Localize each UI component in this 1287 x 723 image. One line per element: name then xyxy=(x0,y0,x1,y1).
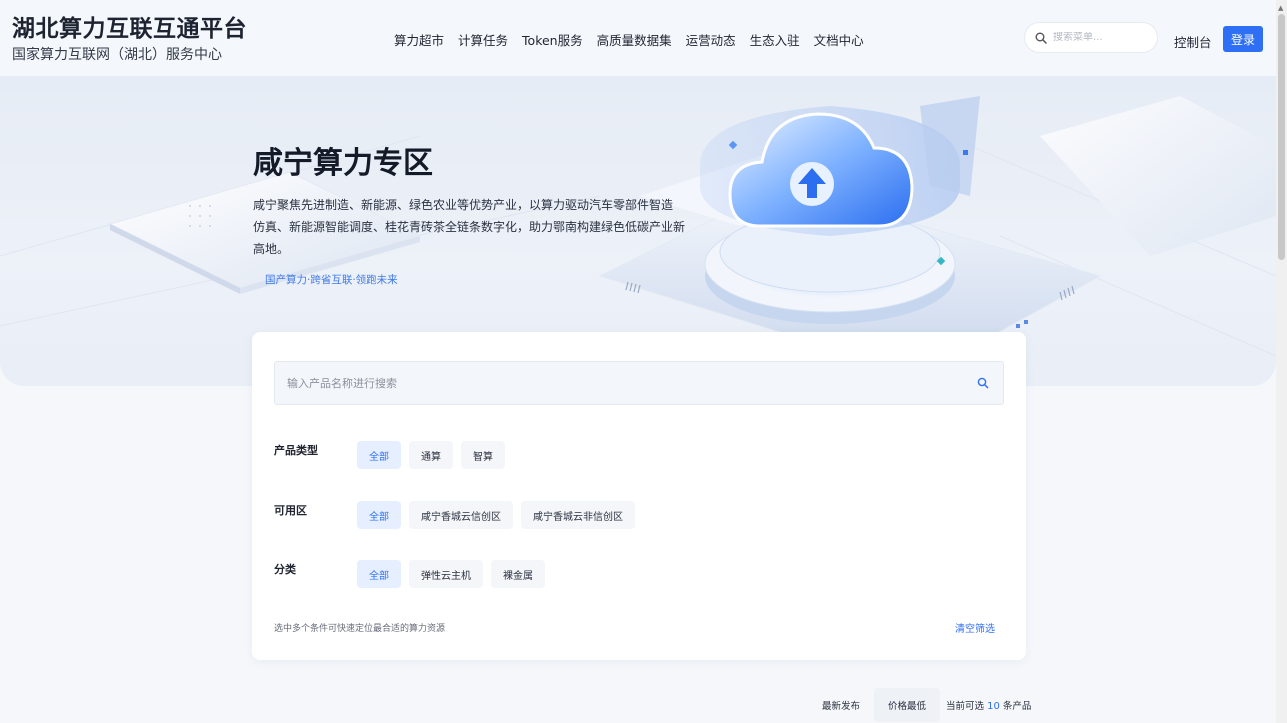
chip-category-all[interactable]: 全部 xyxy=(357,560,401,588)
nav-item-compute-tasks[interactable]: 计算任务 xyxy=(458,30,508,49)
nav-item-ecosystem[interactable]: 生态入驻 xyxy=(750,30,800,49)
top-header: 湖北算力互联互通平台 国家算力互联网（湖北）服务中心 算力超市 计算任务 Tok… xyxy=(0,0,1275,76)
menu-search[interactable] xyxy=(1024,22,1158,53)
chip-product-type-all[interactable]: 全部 xyxy=(357,441,401,469)
result-count-number: 10 xyxy=(987,701,1000,712)
chip-zone-xinchuang[interactable]: 咸宁香城云信创区 xyxy=(409,501,513,529)
result-count: 当前可选 10 条产品 xyxy=(946,698,1031,712)
result-count-prefix: 当前可选 xyxy=(946,701,985,712)
menu-search-input[interactable] xyxy=(1053,32,1143,43)
filter-label-product-type: 产品类型 xyxy=(274,444,318,457)
clear-filters-link[interactable]: 清空筛选 xyxy=(955,620,995,635)
filter-label-category: 分类 xyxy=(274,563,296,576)
scroll-up-arrow-icon[interactable]: ▲ xyxy=(1278,4,1283,12)
hero-title: 咸宁算力专区 xyxy=(253,146,433,181)
sort-price-lowest[interactable]: 价格最低 xyxy=(874,688,941,722)
sort-latest[interactable]: 最新发布 xyxy=(808,688,874,722)
filter-hint: 选中多个条件可快速定位最合适的算力资源 xyxy=(274,624,446,634)
nav-item-docs[interactable]: 文档中心 xyxy=(814,30,864,49)
brand-title: 湖北算力互联互通平台 xyxy=(12,16,247,42)
hero-tagline: 国产算力·跨省互联·领跑未来 xyxy=(265,274,398,286)
nav-item-operations-news[interactable]: 运营动态 xyxy=(686,30,736,49)
sort-bar: 最新发布 价格最低 当前可选 10 条产品 xyxy=(808,688,1031,722)
hero-description-line-1: 咸宁聚焦先进制造、新能源、绿色农业等优势产业，以算力驱动汽车零部件智造 xyxy=(253,198,674,212)
hero-description-line-2: 仿真、新能源智能调度、桂花青砖茶全链条数字化，助力鄂南构建绿色低碳产业新高地。 xyxy=(253,220,686,256)
chip-product-type-ai[interactable]: 智算 xyxy=(461,441,505,469)
search-icon[interactable] xyxy=(977,377,989,389)
main-nav: 算力超市 计算任务 Token服务 高质量数据集 运营动态 生态入驻 文档中心 xyxy=(394,30,864,49)
scroll-thumb[interactable] xyxy=(1278,14,1285,260)
search-icon xyxy=(1035,32,1047,44)
filter-panel: 产品类型 全部 通算 智算 可用区 全部 咸宁香城云信创区 咸宁香城云非信创区 … xyxy=(252,332,1026,660)
chip-category-bare-metal[interactable]: 裸金属 xyxy=(491,560,545,588)
hero-description: 咸宁聚焦先进制造、新能源、绿色农业等优势产业，以算力驱动汽车零部件智造 仿真、新… xyxy=(253,194,693,260)
filter-row-zone: 可用区 全部 咸宁香城云信创区 咸宁香城云非信创区 xyxy=(274,501,635,529)
result-count-suffix: 条产品 xyxy=(1002,701,1032,712)
console-link[interactable]: 控制台 xyxy=(1174,32,1212,51)
nav-item-datasets[interactable]: 高质量数据集 xyxy=(597,30,672,49)
page-scrollbar[interactable]: ▲ xyxy=(1276,0,1287,723)
filter-row-product-type: 产品类型 全部 通算 智算 xyxy=(274,441,505,469)
brand-subtitle: 国家算力互联网（湖北）服务中心 xyxy=(12,47,222,63)
product-search-input[interactable] xyxy=(287,376,977,390)
brand[interactable]: 湖北算力互联互通平台 国家算力互联网（湖北）服务中心 xyxy=(12,14,247,64)
chip-product-type-general[interactable]: 通算 xyxy=(409,441,453,469)
nav-item-compute-market[interactable]: 算力超市 xyxy=(394,30,444,49)
product-search[interactable] xyxy=(274,361,1004,405)
chip-category-elastic-cloud[interactable]: 弹性云主机 xyxy=(409,560,483,588)
login-button[interactable]: 登录 xyxy=(1223,26,1263,52)
nav-item-token-service[interactable]: Token服务 xyxy=(522,30,583,49)
chip-zone-non-xinchuang[interactable]: 咸宁香城云非信创区 xyxy=(521,501,635,529)
filter-label-zone: 可用区 xyxy=(274,504,307,517)
chip-zone-all[interactable]: 全部 xyxy=(357,501,401,529)
filter-row-category: 分类 全部 弹性云主机 裸金属 xyxy=(274,560,545,588)
